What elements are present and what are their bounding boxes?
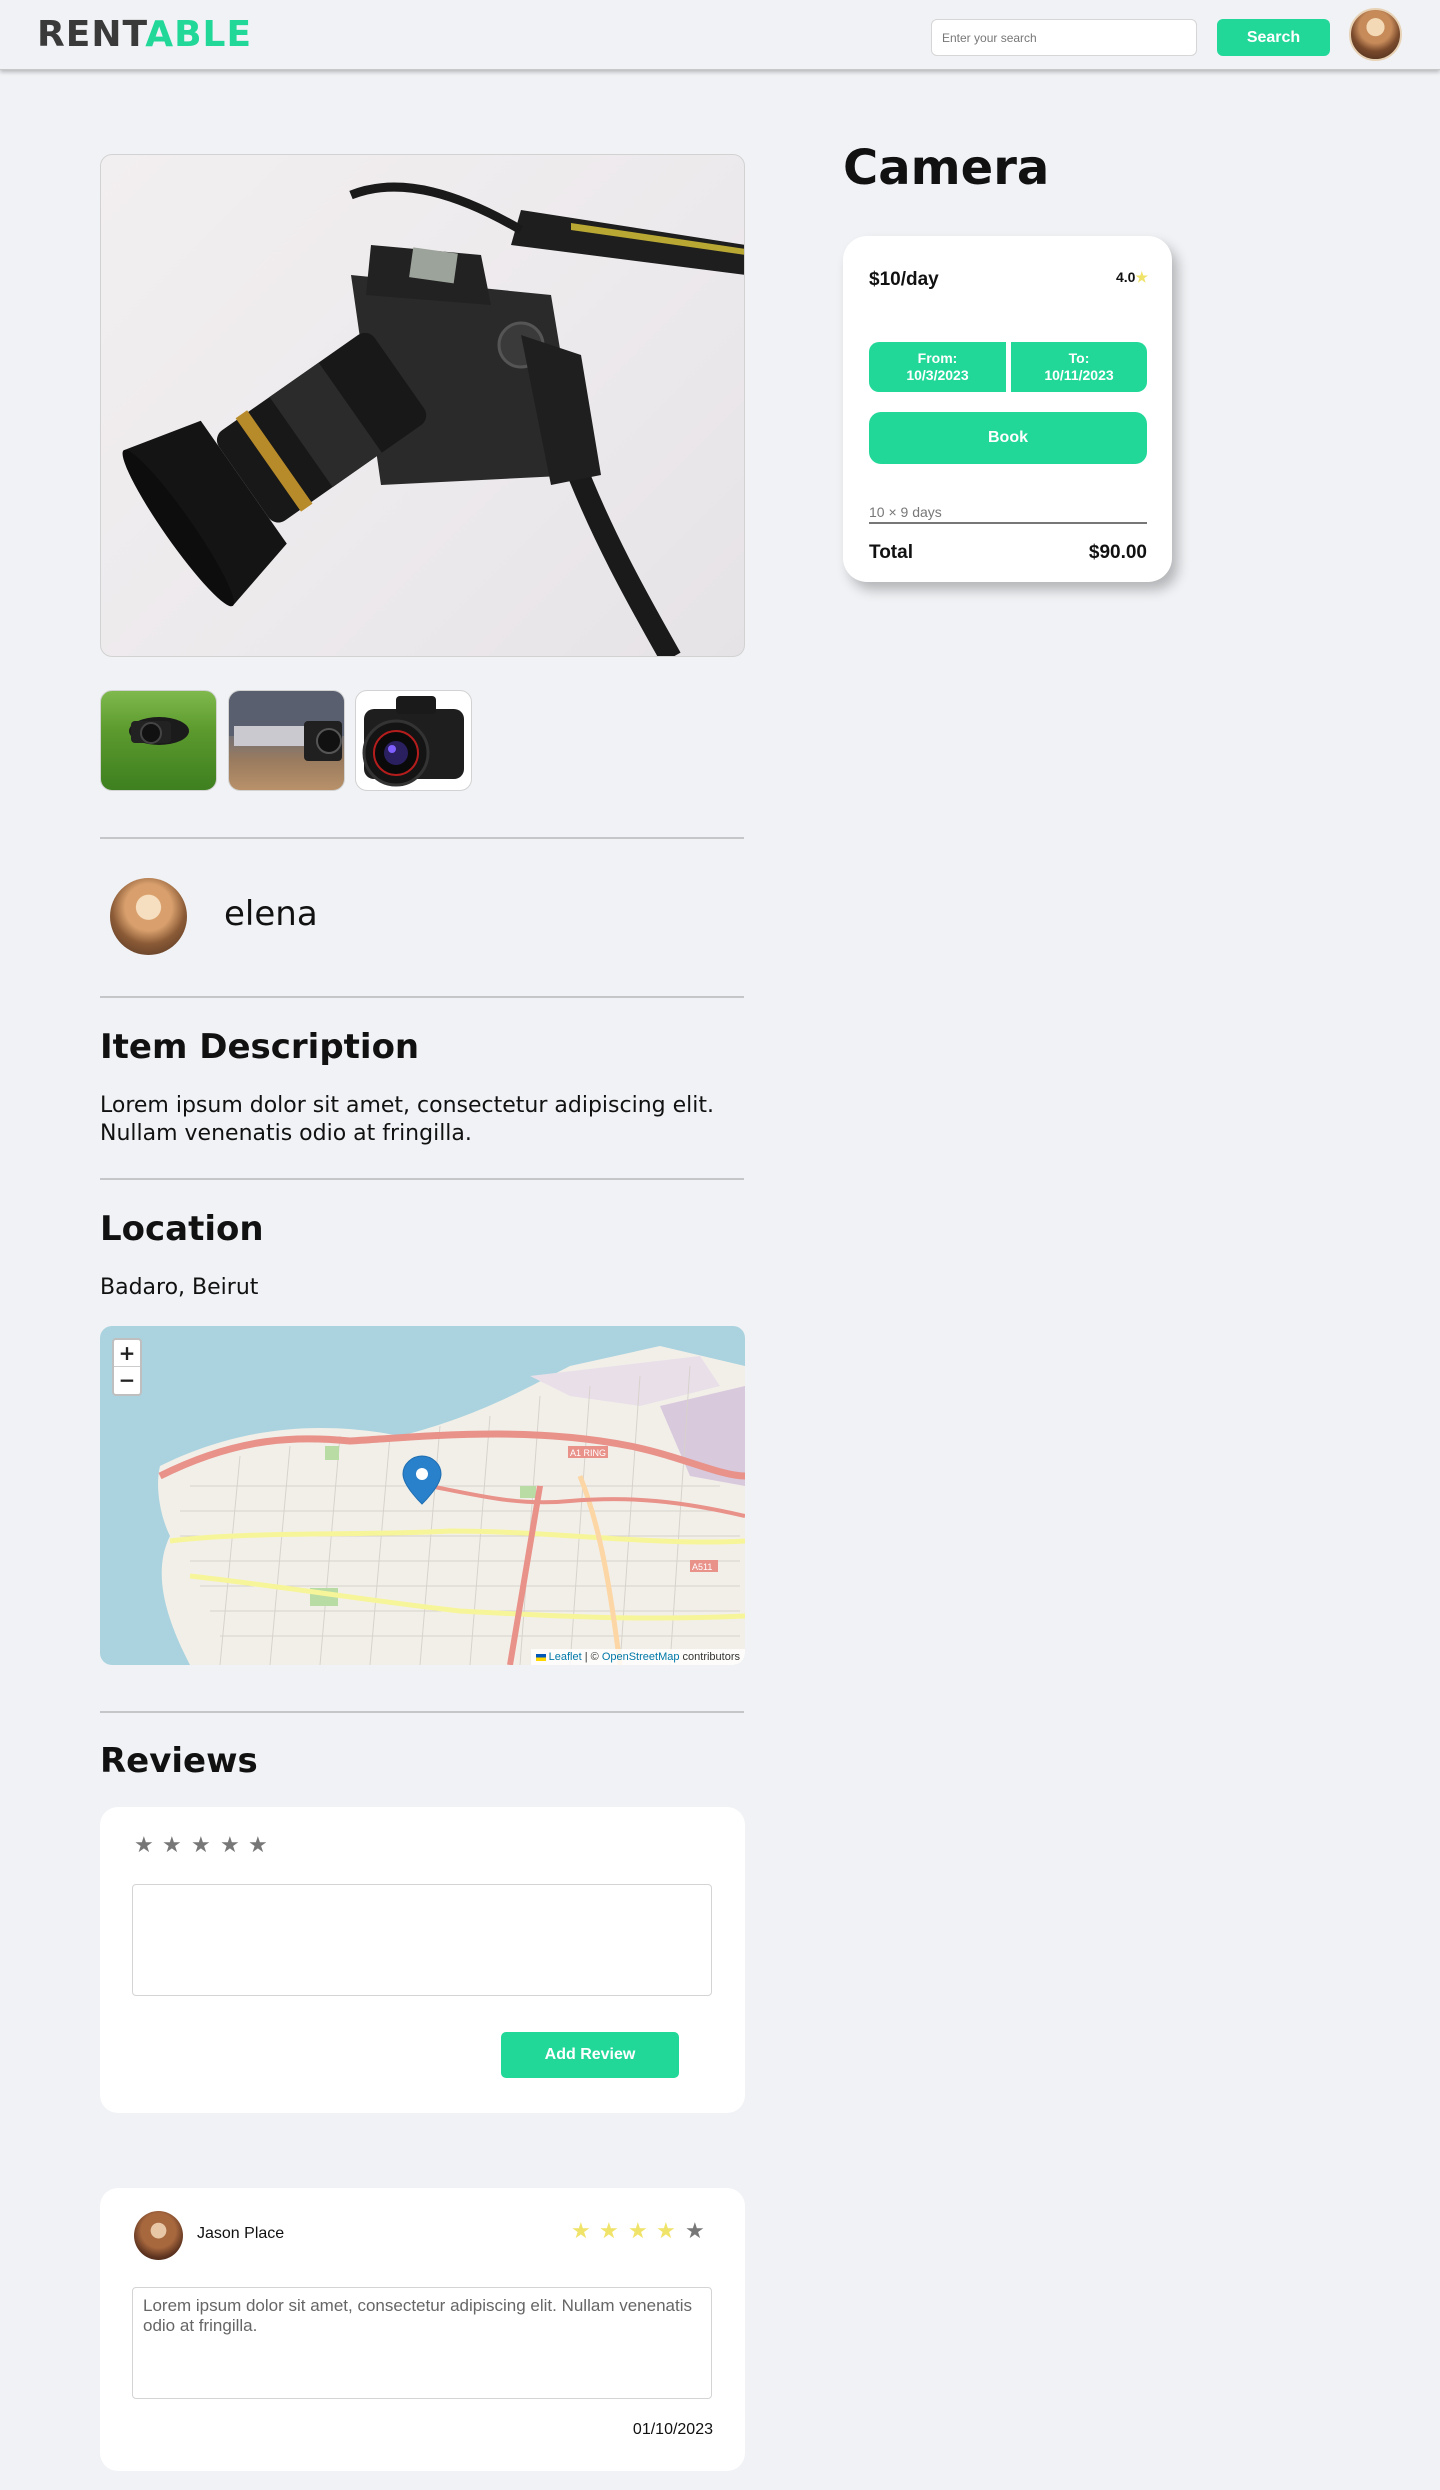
top-navbar: RENTABLE Search [0, 0, 1440, 70]
map-attribution: Leaflet | © OpenStreetMap contributors [530, 1649, 745, 1665]
description-text: Lorem ipsum dolor sit amet, consectetur … [100, 1093, 714, 1146]
rating-star-5[interactable]: ★ [248, 1833, 268, 1858]
attribution-contributors: contributors [679, 1651, 740, 1663]
price-calculation: 10 × 9 days [869, 504, 1147, 524]
leaflet-link[interactable]: Leaflet [549, 1651, 582, 1663]
item-main-photo [100, 154, 745, 657]
divider [100, 1178, 744, 1180]
logo-part-able: ABLE [145, 14, 253, 55]
thumbnail-camera-front[interactable] [355, 690, 472, 791]
date-to-value: 10/11/2023 [1044, 367, 1114, 383]
location-address: Badaro, Beirut [100, 1275, 259, 1300]
add-review-button[interactable]: Add Review [501, 2032, 679, 2078]
date-from-label: From: [917, 350, 958, 366]
review-form-card: ★ ★ ★ ★ ★ Add Review [100, 1807, 745, 2113]
date-from-button[interactable]: From: 10/3/2023 [869, 342, 1006, 392]
rating-star-2[interactable]: ★ [162, 1833, 182, 1858]
review-star-3: ★ [628, 2219, 648, 2244]
review-date: 01/10/2023 [632, 2421, 713, 2438]
review-star-2: ★ [599, 2219, 619, 2244]
rating-star-3[interactable]: ★ [191, 1833, 211, 1858]
review-star-5: ★ [685, 2219, 705, 2244]
booking-card: $10/day 4.0★ From: 10/3/2023 To: 10/11/2… [843, 236, 1172, 582]
owner-avatar[interactable] [110, 878, 187, 955]
user-avatar[interactable] [1349, 8, 1402, 61]
attribution-separator: | © [581, 1651, 602, 1663]
location-heading: Location [100, 1209, 264, 1249]
total-value: $90.00 [1088, 542, 1147, 563]
date-to-label: To: [1068, 350, 1090, 366]
rating-star-1[interactable]: ★ [134, 1833, 154, 1858]
map-zoom-out-button[interactable]: − [114, 1367, 140, 1394]
star-icon: ★ [1135, 269, 1148, 285]
owner-name[interactable]: elena [224, 894, 318, 934]
location-map[interactable]: A1 RING A511 + − Leaflet | © OpenStreetM… [100, 1326, 745, 1665]
rentable-logo[interactable]: RENTABLE [37, 14, 252, 56]
divider [100, 1711, 744, 1713]
rating-star-4[interactable]: ★ [220, 1833, 240, 1858]
map-label-a511: A511 [692, 1562, 712, 1572]
search-button[interactable]: Search [1217, 19, 1330, 56]
review-text: Lorem ipsum dolor sit amet, consectetur … [132, 2287, 712, 2399]
description-heading: Item Description [100, 1027, 420, 1067]
map-zoom-control: + − [112, 1338, 142, 1396]
thumbnail-camera-desk[interactable] [228, 690, 345, 791]
divider [100, 996, 744, 998]
date-to-button[interactable]: To: 10/11/2023 [1011, 342, 1147, 392]
review-star-1: ★ [571, 2219, 591, 2244]
price-per-day: $10/day [869, 269, 939, 290]
reviewer-avatar [134, 2211, 183, 2260]
openstreetmap-link[interactable]: OpenStreetMap [602, 1651, 680, 1663]
rating-value: 4.0 [1115, 269, 1136, 285]
book-button[interactable]: Book [869, 412, 1147, 464]
date-from-value: 10/3/2023 [906, 367, 969, 383]
review-textarea[interactable] [132, 1884, 712, 1996]
logo-part-rent: RENT [37, 14, 146, 55]
item-rating: 4.0★ [1116, 269, 1148, 286]
total-label: Total [869, 542, 913, 563]
reviewer-name: Jason Place [197, 2225, 285, 2242]
map-label-a1-ring: A1 RING [570, 1448, 606, 1458]
search-input[interactable] [931, 19, 1197, 56]
review-card: Jason Place ★ ★ ★ ★ ★ Lorem ipsum dolor … [100, 2188, 745, 2471]
map-zoom-in-button[interactable]: + [114, 1340, 140, 1367]
item-title: Camera [843, 140, 1050, 196]
ukraine-flag-icon [535, 1653, 546, 1661]
reviews-heading: Reviews [100, 1741, 258, 1781]
divider [100, 837, 744, 839]
review-star-4: ★ [656, 2219, 676, 2244]
thumbnail-camera-grass[interactable] [100, 690, 217, 791]
